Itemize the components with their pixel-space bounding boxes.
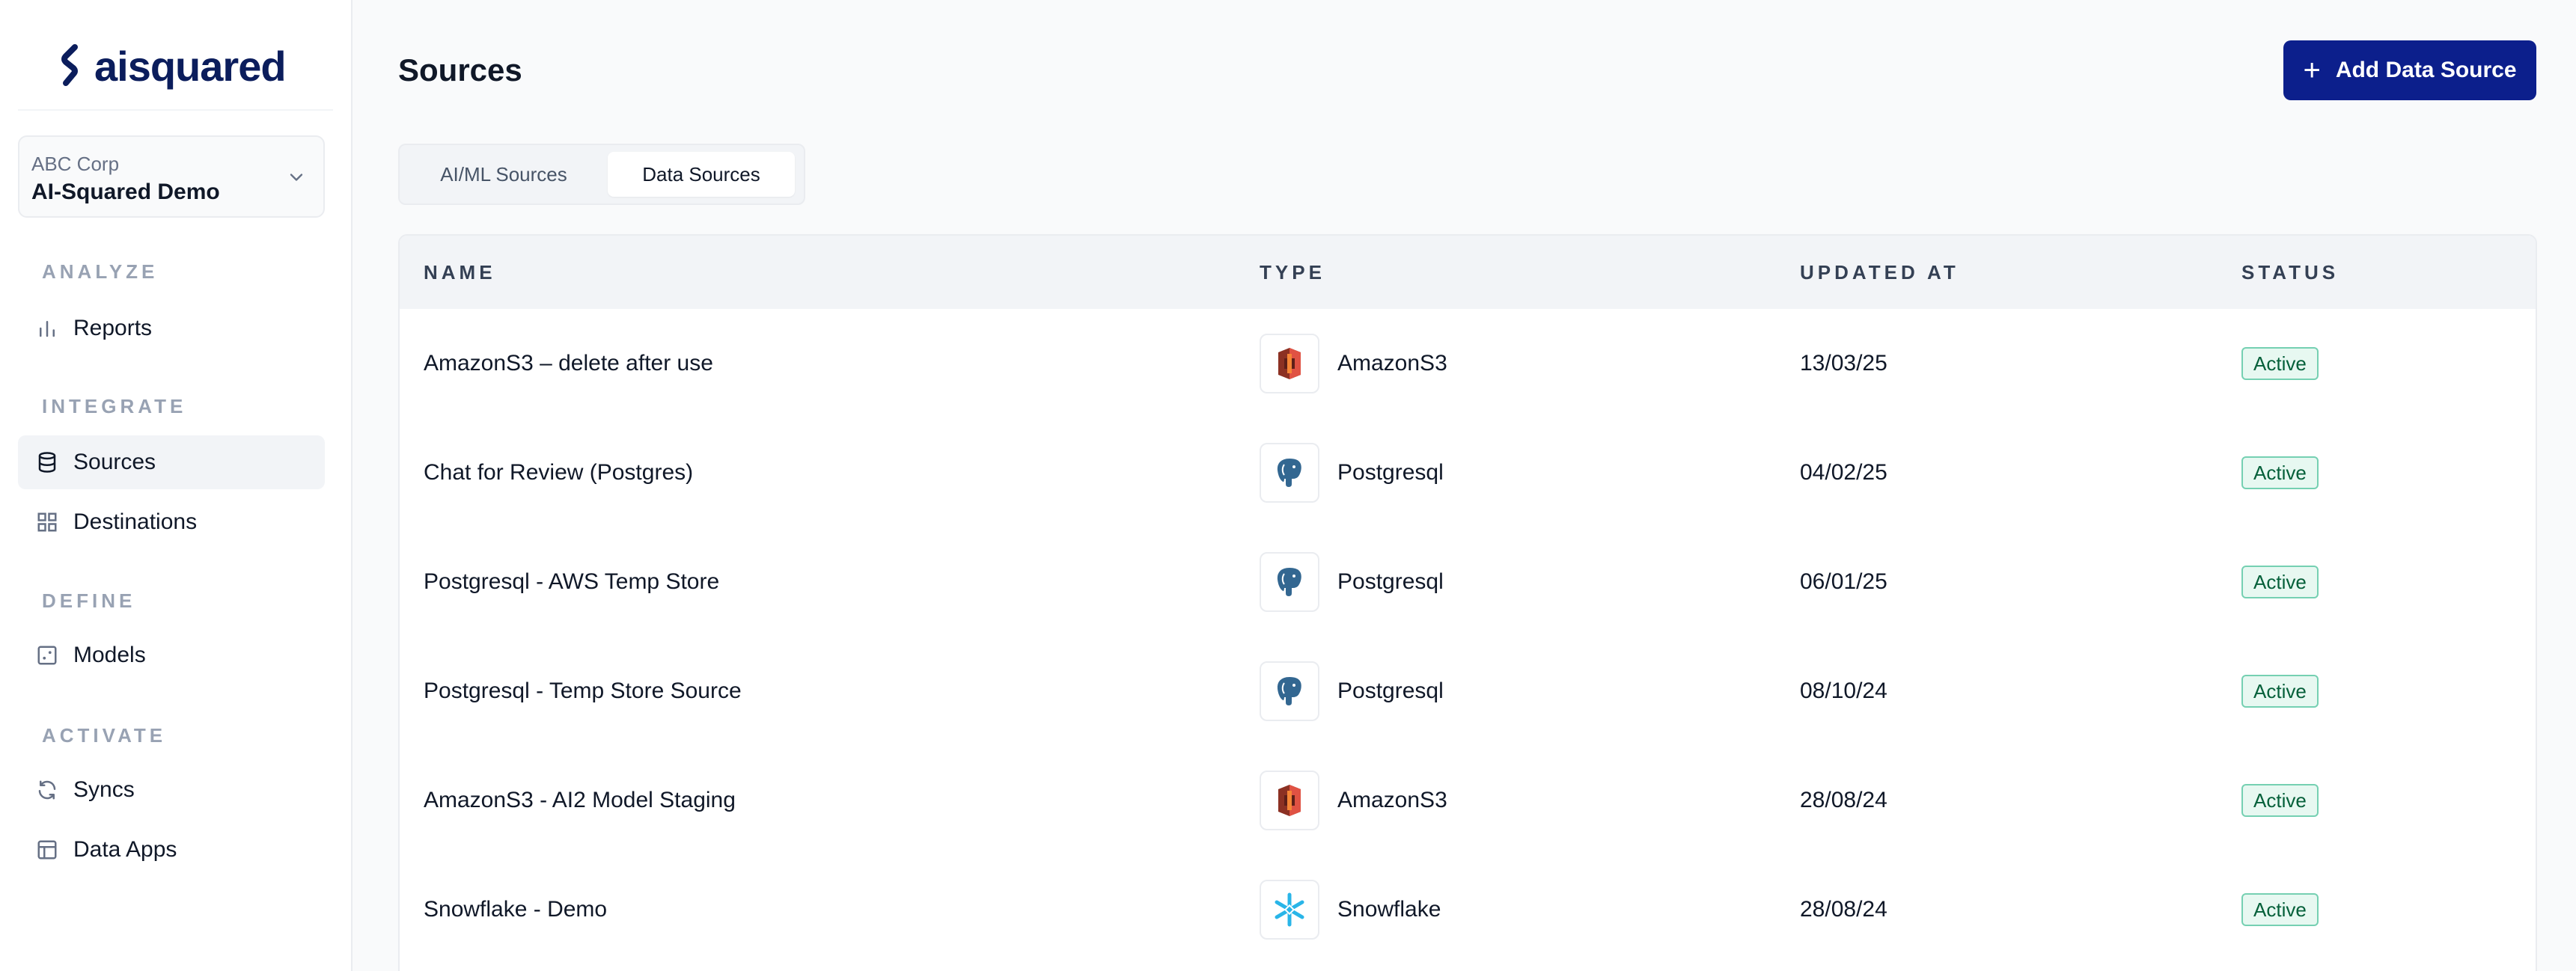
sidebar: aisquared ABC Corp AI-Squared Demo ANALY… [0, 0, 352, 971]
row-updated-at: 28/08/24 [1800, 897, 1887, 922]
row-name: Postgresql - AWS Temp Store [424, 569, 720, 594]
sidebar-item-models[interactable]: Models [18, 628, 325, 682]
sidebar-item-destinations[interactable]: Destinations [18, 495, 325, 549]
row-type-label: Postgresql [1337, 569, 1444, 594]
source-tabs: AI/ML Sources Data Sources [398, 144, 805, 205]
nav-section-analyze: ANALYZE [42, 260, 159, 283]
row-status: Active [2241, 527, 2319, 637]
sidebar-item-label: Destinations [73, 509, 198, 534]
row-status: Active [2241, 637, 2319, 746]
nav-section-define: DEFINE [42, 589, 136, 612]
status-badge: Active [2241, 784, 2319, 817]
amazons3-icon [1260, 334, 1319, 393]
page-title: Sources [398, 52, 522, 88]
workspace-selector[interactable]: ABC Corp AI-Squared Demo [18, 135, 325, 218]
main-content: Sources + Add Data Source AI/ML Sources … [352, 0, 2576, 971]
header-updated-at[interactable]: UPDATED AT [1800, 261, 1959, 284]
nav-section-activate: ACTIVATE [42, 724, 167, 747]
row-type: Postgresql [1260, 527, 1444, 637]
tab-ai-ml-sources[interactable]: AI/ML Sources [404, 152, 603, 197]
logo-mark-icon [61, 44, 78, 86]
amazons3-icon [1260, 771, 1319, 830]
add-button-label: Add Data Source [2335, 58, 2517, 82]
divider [18, 109, 333, 111]
row-type: AmazonS3 [1260, 746, 1447, 855]
row-name: AmazonS3 - AI2 Model Staging [424, 788, 736, 812]
plus-icon: + [2303, 54, 2321, 87]
tab-data-sources[interactable]: Data Sources [608, 152, 795, 197]
snowflake-icon [1260, 880, 1319, 940]
header-type[interactable]: TYPE [1260, 261, 1325, 284]
row-updated-at: 08/10/24 [1800, 679, 1887, 703]
database-icon [38, 452, 56, 473]
row-type-label: AmazonS3 [1337, 351, 1447, 376]
postgresql-icon [1260, 661, 1319, 721]
row-type: Postgresql [1260, 418, 1444, 527]
row-updated-at: 13/03/25 [1800, 351, 1887, 376]
row-type: Postgresql [1260, 637, 1444, 746]
row-name: Postgresql - Temp Store Source [424, 679, 742, 703]
refresh-icon [38, 780, 56, 800]
sidebar-item-syncs[interactable]: Syncs [18, 763, 325, 817]
row-type-label: Postgresql [1337, 679, 1444, 703]
row-updated-at: 28/08/24 [1800, 788, 1887, 812]
postgresql-icon [1260, 443, 1319, 503]
sidebar-item-label: Models [73, 643, 146, 667]
row-type: AmazonS3 [1260, 309, 1447, 418]
table-row[interactable]: Postgresql - Temp Store Source Postgresq… [400, 637, 2536, 746]
nav-section-integrate: INTEGRATE [42, 395, 187, 417]
status-badge: Active [2241, 347, 2319, 380]
status-badge: Active [2241, 566, 2319, 598]
row-type-label: Snowflake [1337, 897, 1441, 922]
grid-icon [37, 512, 57, 532]
table-row[interactable]: Chat for Review (Postgres) Postgresql 04… [400, 418, 2536, 527]
sidebar-item-data-apps[interactable]: Data Apps [18, 823, 325, 877]
table-row[interactable]: AmazonS3 - AI2 Model Staging AmazonS3 28… [400, 746, 2536, 855]
chevron-down-icon [290, 174, 303, 181]
sidebar-item-label: Sources [73, 450, 156, 474]
layout-icon [37, 840, 57, 860]
brand-logo[interactable]: aisquared [58, 42, 287, 90]
row-status: Active [2241, 309, 2319, 418]
status-badge: Active [2241, 893, 2319, 926]
sidebar-item-sources[interactable]: Sources [18, 435, 325, 489]
logo-text: aisquared [94, 42, 287, 90]
table-header: NAME TYPE UPDATED AT STATUS [400, 236, 2536, 309]
sidebar-item-label: Reports [73, 316, 153, 340]
header-status[interactable]: STATUS [2241, 261, 2339, 284]
row-type-label: AmazonS3 [1337, 788, 1447, 812]
row-name: AmazonS3 – delete after use [424, 351, 713, 376]
header-name[interactable]: NAME [424, 261, 496, 284]
row-status: Active [2241, 855, 2319, 964]
row-type-label: Postgresql [1337, 460, 1444, 485]
row-status: Active [2241, 746, 2319, 855]
status-badge: Active [2241, 456, 2319, 489]
sources-table: NAME TYPE UPDATED AT STATUS AmazonS3 – d… [398, 234, 2537, 971]
sidebar-item-reports[interactable]: Reports [18, 301, 325, 355]
sidebar-item-label: Syncs [73, 777, 135, 802]
row-updated-at: 04/02/25 [1800, 460, 1887, 485]
row-name: Snowflake - Demo [424, 897, 608, 922]
sidebar-item-label: Data Apps [73, 837, 177, 862]
model-icon [37, 646, 57, 665]
table-row[interactable]: Snowflake - Demo Snowflake 28/08/24 Acti… [400, 855, 2536, 964]
row-updated-at: 06/01/25 [1800, 569, 1887, 594]
workspace-name: AI-Squared Demo [31, 180, 220, 204]
status-badge: Active [2241, 675, 2319, 708]
workspace-org: ABC Corp [31, 153, 120, 175]
table-row[interactable]: Postgresql - AWS Temp Store Postgresql 0… [400, 527, 2536, 637]
row-status: Active [2241, 418, 2319, 527]
postgresql-icon [1260, 552, 1319, 612]
row-name: Chat for Review (Postgres) [424, 460, 694, 485]
add-data-source-button[interactable]: + Add Data Source [2283, 40, 2536, 100]
table-row[interactable]: AmazonS3 – delete after use AmazonS3 13/… [400, 309, 2536, 418]
bar-chart-icon [40, 321, 55, 337]
row-type: Snowflake [1260, 855, 1441, 964]
